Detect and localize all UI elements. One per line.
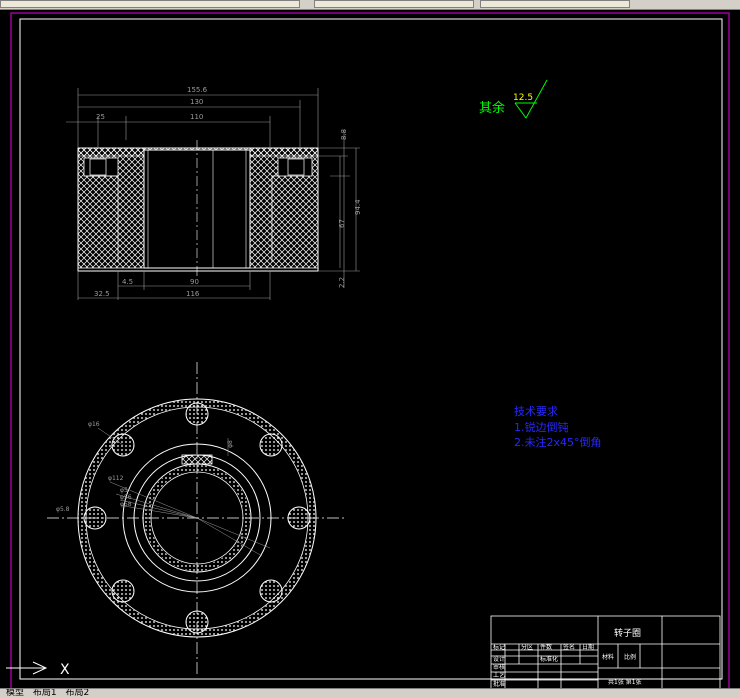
surface-finish-label: 其余 [479,100,505,116]
ucs-icon: X [6,661,70,678]
title-scale: 比例 [624,653,636,661]
surface-finish-symbol: 其余 12.5 [479,79,548,119]
plan-dim-d1: φ5 [120,487,128,494]
dim-left-step: 25 [96,113,105,121]
title-material: 材料 [602,653,614,661]
title-process: 工艺 [493,671,505,679]
title-zone: 分区 [521,643,533,651]
dim-bottom-total: 116 [186,290,200,298]
title-block[interactable] [490,615,721,688]
dim-right-height: 94.4 [354,199,362,215]
dim-right-inner: 67 [338,219,346,228]
title-mark: 标记 [493,643,505,651]
title-sheet-info: 共1张 第1张 [608,678,642,686]
title-qty: 件数 [540,643,552,651]
drawing-canvas[interactable]: 155.6 130 110 25 4.5 90 32.5 116 8.8 94.… [0,9,740,688]
title-checker: 审核 [493,663,505,671]
front-section-view[interactable] [77,140,319,276]
plan-view[interactable]: φ16 φ112 φ5 φ56 φ58 φ5.8 φ8 [47,362,347,674]
tech-item-2: 2.未注2x45°倒角 [514,435,602,449]
dim-outer: 130 [190,98,203,106]
plan-dim-d2: φ56 [120,494,132,501]
toolbar-field-left[interactable] [0,0,300,8]
title-date: 日期 [582,643,594,651]
dim-bottom-left: 32.5 [94,290,110,298]
plan-dim-d3: φ58 [120,501,132,508]
plan-dim-small: φ112 [108,475,124,482]
title-sign: 签名 [563,643,575,651]
dim-bottom-small: 4.5 [122,278,133,286]
plan-dim-hole: φ16 [88,421,100,428]
ucs-x-label: X [60,662,70,678]
dim-overall: 155.6 [187,86,208,94]
toolbar-field-middle[interactable] [314,0,474,8]
dim-right-bottom: 2.2 [338,277,346,288]
title-designer: 设计 [493,655,505,663]
dim-bottom-mid: 90 [190,278,199,286]
dim-right-top: 8.8 [340,129,348,140]
plan-dim-key: φ8 [227,440,234,448]
title-part-name: 转子圈 [614,627,641,639]
tech-item-1: 1.锐边倒钝 [514,420,569,434]
surface-finish-value: 12.5 [513,93,533,103]
dim-bore: 110 [190,113,203,121]
title-approval: 批准 [493,680,505,688]
tech-title: 技术要求 [514,405,558,418]
toolbar-field-right[interactable] [480,0,630,8]
plan-dim-side: φ5.8 [56,506,70,513]
title-std: 标准化 [540,655,558,663]
tech-requirements: 技术要求 1.锐边倒钝 2.未注2x45°倒角 [514,405,602,449]
